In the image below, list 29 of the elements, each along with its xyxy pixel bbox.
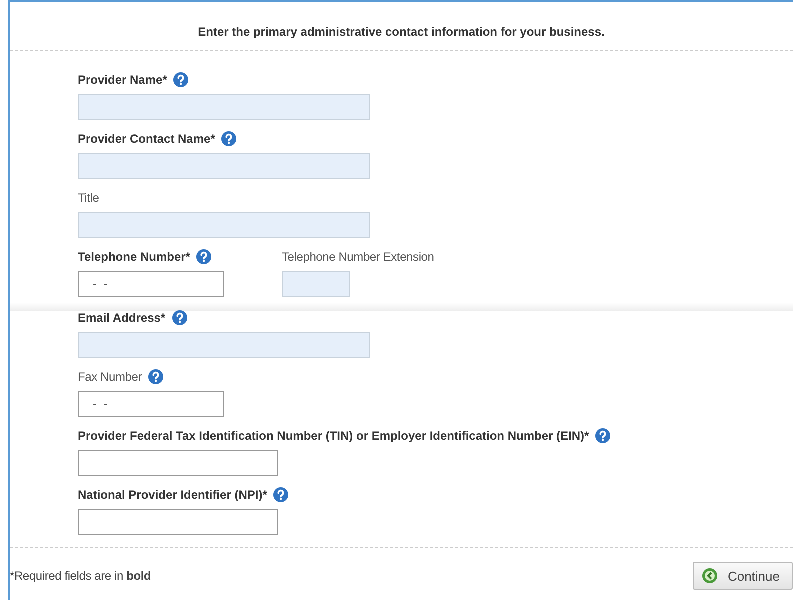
continue-button[interactable]: Continue [692, 562, 793, 590]
field-label: Fax Number [78, 370, 142, 384]
input-field[interactable] [282, 271, 350, 297]
help-icon[interactable] [595, 428, 612, 444]
input-field[interactable]: - - [78, 391, 224, 417]
input-field[interactable] [78, 94, 370, 120]
help-icon[interactable] [221, 131, 238, 147]
field-label: Telephone Number* [78, 250, 190, 264]
field-label: National Provider Identifier (NPI)* [78, 488, 268, 502]
intro-text: Enter the primary administrative contact information for your business. [197, 24, 606, 41]
field-label: Provider Contact Name* [78, 132, 216, 146]
arrow-icon [702, 568, 718, 584]
input-field[interactable] [78, 450, 278, 476]
field-label: Telephone Number Extension [282, 250, 434, 264]
required-note: *Required fields are in bold [10, 569, 152, 583]
help-icon[interactable] [148, 369, 164, 385]
field-label: Provider Name* [78, 73, 168, 87]
input-field[interactable] [78, 212, 370, 238]
help-icon[interactable] [173, 72, 190, 88]
help-icon[interactable] [273, 487, 290, 503]
input-field[interactable] [78, 509, 278, 535]
input-field[interactable] [78, 332, 370, 358]
help-icon[interactable] [196, 249, 212, 265]
input-field[interactable]: - - [78, 271, 224, 297]
input-field[interactable] [78, 153, 370, 179]
field-label: Email Address* [78, 311, 166, 325]
help-icon[interactable] [172, 310, 188, 326]
field-label: Title [78, 191, 100, 205]
field-label: Provider Federal Tax Identification Number (TIN) or Employer Identification Number (EIN)* [78, 429, 590, 443]
